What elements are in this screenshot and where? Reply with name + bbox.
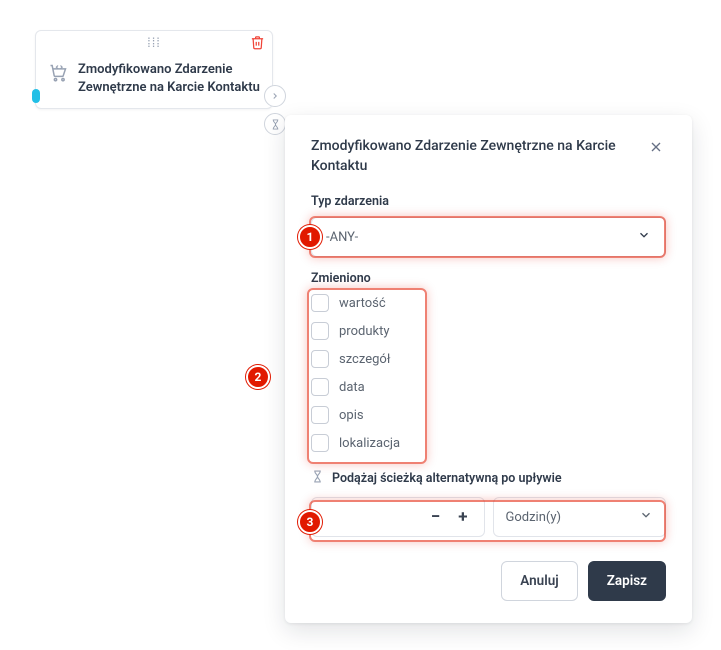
event-type-label: Typ zdarzenia (311, 194, 666, 209)
hourglass-icon (311, 470, 324, 487)
checkbox-row[interactable]: lokalizacja (311, 434, 666, 452)
event-type-value: -ANY- (326, 230, 358, 245)
checkbox-label: lokalizacja (339, 436, 400, 451)
drag-handle-icon[interactable]: ⁞⁞⁞ (147, 35, 161, 51)
node-title: Zmodyfikowano Zdarzenie Zewnętrzne na Ka… (78, 61, 260, 96)
panel-header: Zmodyfikowano Zdarzenie Zewnętrzne na Ka… (311, 137, 666, 176)
close-button[interactable] (646, 137, 666, 161)
node-body: Zmodyfikowano Zdarzenie Zewnętrzne na Ka… (36, 55, 272, 108)
node-output-ports (264, 85, 286, 135)
close-icon (648, 139, 664, 155)
checkbox-row[interactable]: szczegół (311, 350, 666, 368)
cancel-button[interactable]: Anuluj (501, 561, 577, 601)
panel-footer: Anuluj Zapisz (311, 561, 666, 601)
alt-path-label: Podążaj ścieżką alternatywną po upływie (332, 471, 562, 486)
trash-icon (250, 35, 265, 50)
duration-input[interactable]: − + (311, 497, 485, 537)
checkbox-label: wartość (339, 296, 386, 311)
decrement-button[interactable]: − (427, 507, 444, 527)
unit-value: Godzin(y) (506, 510, 562, 525)
checkbox-row[interactable]: data (311, 378, 666, 396)
checkbox-label: data (339, 380, 365, 395)
hourglass-icon (270, 119, 281, 130)
cancel-label: Anuluj (520, 573, 558, 589)
chevron-right-icon (270, 91, 280, 101)
node-entry-port (32, 89, 40, 103)
save-button[interactable]: Zapisz (588, 561, 666, 601)
checkbox[interactable] (311, 378, 329, 396)
stage: ⁞⁞⁞ Zmodyfikowano Zdarzenie Zewnętrzne n… (0, 0, 721, 650)
checkbox[interactable] (311, 322, 329, 340)
config-panel: Zmodyfikowano Zdarzenie Zewnętrzne na Ka… (285, 115, 692, 623)
changed-label: Zmieniono (311, 271, 666, 286)
chevron-down-icon (637, 228, 651, 246)
panel-title: Zmodyfikowano Zdarzenie Zewnętrzne na Ka… (311, 137, 636, 176)
unit-select[interactable]: Godzin(y) (493, 497, 667, 537)
output-port-alt[interactable] (264, 113, 286, 135)
flow-node[interactable]: ⁞⁞⁞ Zmodyfikowano Zdarzenie Zewnętrzne n… (35, 30, 273, 109)
increment-button[interactable]: + (454, 507, 471, 527)
checkbox-label: produkty (339, 324, 389, 339)
checkbox[interactable] (311, 434, 329, 452)
checkbox-row[interactable]: opis (311, 406, 666, 424)
changed-checklist: wartość produkty szczegół data opis loka… (311, 294, 666, 452)
output-port-primary[interactable] (264, 85, 286, 107)
checkbox-row[interactable]: wartość (311, 294, 666, 312)
checkbox-label: opis (339, 408, 364, 423)
node-toolbar: ⁞⁞⁞ (36, 31, 272, 55)
checkbox-label: szczegół (339, 352, 390, 367)
time-row: − + Godzin(y) (311, 497, 666, 537)
alt-path-label-row: Podążaj ścieżką alternatywną po upływie (311, 470, 666, 487)
chevron-down-icon (639, 508, 653, 526)
checkbox[interactable] (311, 350, 329, 368)
callout-badge-3: 3 (298, 510, 322, 534)
callout-badge-1: 1 (298, 225, 322, 249)
cart-icon (48, 63, 68, 87)
callout-badge-2: 2 (246, 365, 270, 389)
event-type-select[interactable]: -ANY- (311, 217, 666, 257)
checkbox-row[interactable]: produkty (311, 322, 666, 340)
delete-node-button[interactable] (250, 35, 265, 54)
checkbox[interactable] (311, 294, 329, 312)
save-label: Zapisz (607, 573, 647, 589)
checkbox[interactable] (311, 406, 329, 424)
